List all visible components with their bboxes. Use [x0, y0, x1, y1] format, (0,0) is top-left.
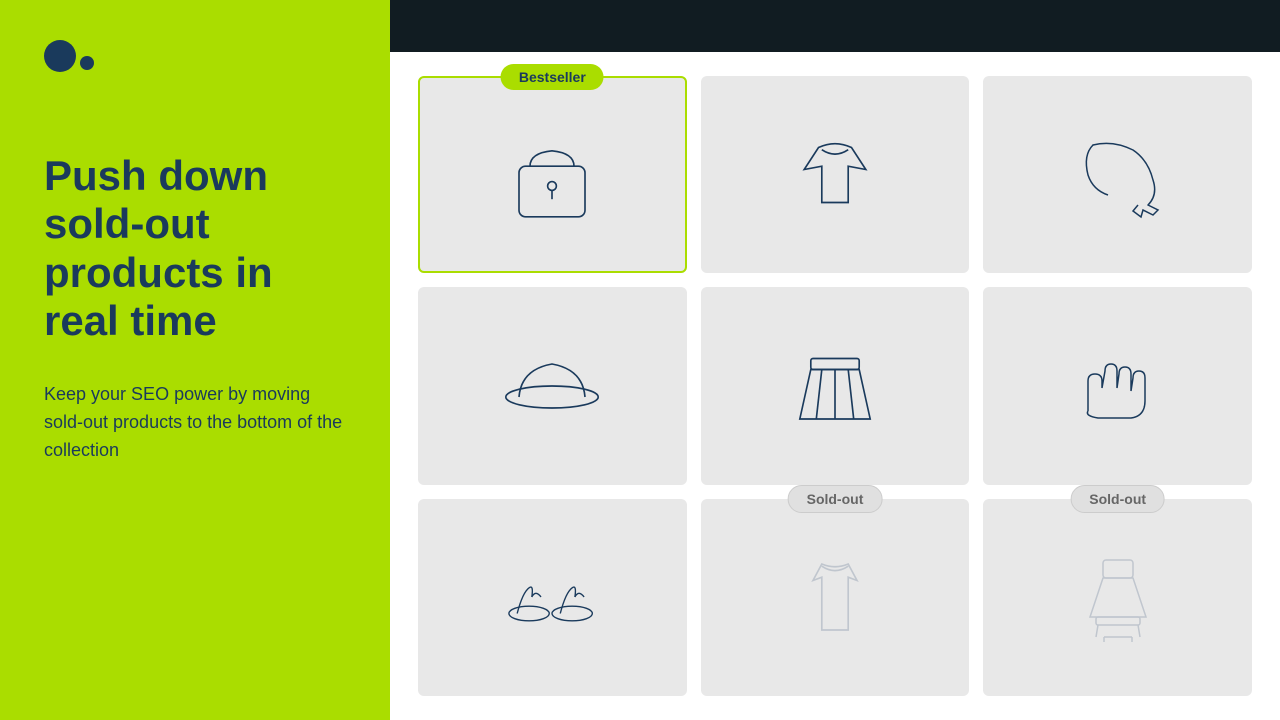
hat-icon	[497, 331, 607, 441]
product-cell-dress: Sold-out	[983, 499, 1252, 696]
product-cell-tank: Sold-out	[701, 499, 970, 696]
product-cell-skirt	[701, 287, 970, 484]
logo	[44, 40, 346, 72]
product-cell-scarf	[983, 76, 1252, 273]
top-icon	[780, 120, 890, 230]
product-cell-bag: Bestseller	[418, 76, 687, 273]
badge-soldout-2: Sold-out	[1070, 485, 1165, 513]
left-panel: Push down sold-out products in real time…	[0, 0, 390, 720]
product-cell-sandals	[418, 499, 687, 696]
description: Keep your SEO power by moving sold-out p…	[44, 381, 346, 465]
right-panel: Bestseller	[390, 0, 1280, 720]
product-grid: Bestseller	[418, 76, 1252, 696]
badge-soldout-1: Sold-out	[788, 485, 883, 513]
skirt-icon	[780, 331, 890, 441]
scarf-icon	[1063, 120, 1173, 230]
product-cell-gloves	[983, 287, 1252, 484]
sandals-icon	[497, 542, 607, 652]
tank-icon	[780, 542, 890, 652]
logo-dot-small	[80, 56, 94, 70]
badge-bestseller: Bestseller	[501, 64, 604, 90]
logo-dot-large	[44, 40, 76, 72]
browser-bar	[390, 0, 1280, 52]
product-cell-hat	[418, 287, 687, 484]
gloves-icon	[1063, 331, 1173, 441]
bag-icon	[497, 120, 607, 230]
headline: Push down sold-out products in real time	[44, 152, 346, 345]
dress-icon	[1063, 542, 1173, 652]
browser-content: Bestseller	[390, 52, 1280, 720]
product-cell-top	[701, 76, 970, 273]
